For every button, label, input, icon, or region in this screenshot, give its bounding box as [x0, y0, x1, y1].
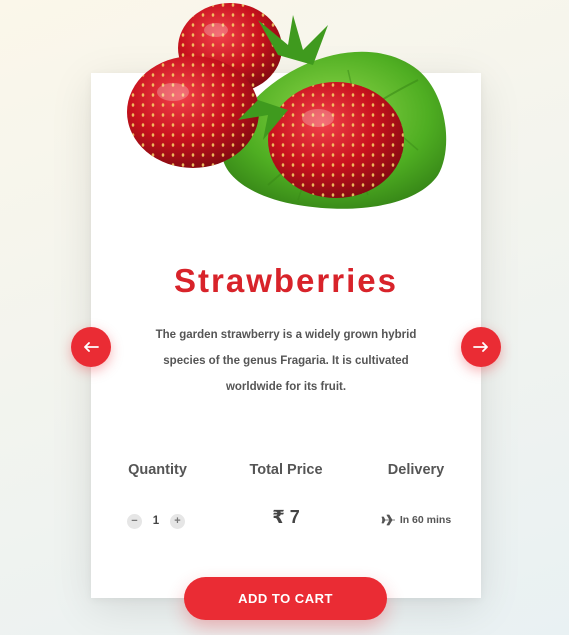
- total-price-value: ₹ 7: [272, 507, 300, 527]
- arrow-right-icon: [473, 342, 488, 352]
- next-button[interactable]: [461, 327, 501, 367]
- arrow-left-icon: [84, 342, 99, 352]
- previous-button[interactable]: [71, 327, 111, 367]
- add-to-cart-button[interactable]: ADD TO CART: [184, 577, 387, 620]
- quantity-value: 1: [152, 515, 160, 527]
- airplane-icon: [381, 514, 395, 526]
- quantity-stepper: − 1 +: [127, 512, 185, 530]
- product-title: Strawberries: [174, 262, 398, 299]
- strawberries-image: [127, 3, 447, 209]
- quantity-label: Quantity: [128, 462, 187, 478]
- increment-button[interactable]: +: [170, 513, 185, 529]
- total-price-label: Total Price: [249, 462, 323, 478]
- product-description: The garden strawberry is a widely grown …: [155, 329, 417, 393]
- decrement-button[interactable]: −: [127, 513, 142, 529]
- delivery-info: In 60 mins: [370, 512, 462, 528]
- delivery-label: Delivery: [387, 462, 445, 478]
- delivery-value: In 60 mins: [399, 514, 452, 526]
